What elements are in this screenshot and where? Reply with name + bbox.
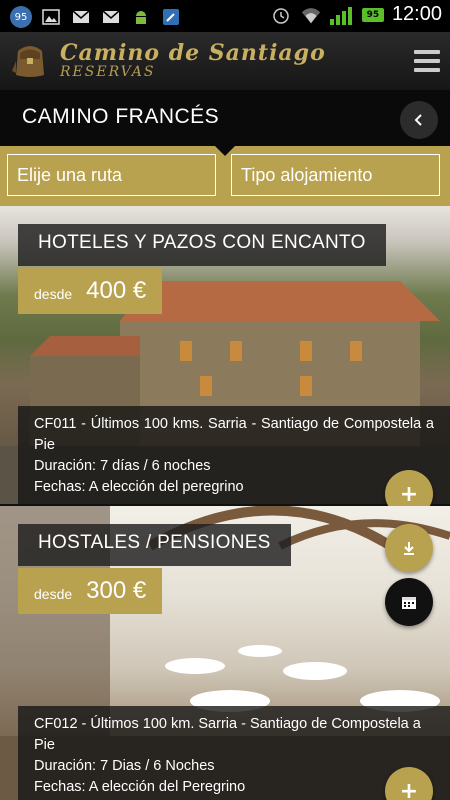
price-badge: desde 400 € [18, 268, 163, 314]
download-button[interactable] [385, 524, 433, 572]
backpack-logo-icon [10, 41, 50, 79]
status-bar-notifications: 95 [10, 6, 182, 28]
mail-icon [70, 7, 92, 27]
card-duration: Duración: 7 Dias / 6 Noches [34, 758, 215, 774]
status-bar-system: 95 12:00 [270, 3, 442, 26]
notification-badge-icon: 95 [10, 6, 32, 28]
calendar-icon [402, 597, 416, 609]
status-bar: 95 95 12:00 [0, 0, 450, 32]
card-duration: Duración: 7 días / 6 noches [34, 458, 211, 474]
tools-icon [160, 7, 182, 27]
app-logo-title: Camino de Santiago [60, 40, 326, 66]
card-description: CF012 - Últimos 100 km. Sarria - Santiag… [34, 716, 421, 753]
card-dates: Fechas: A elección del Peregrino [34, 779, 246, 795]
signal-icon [329, 5, 354, 25]
image-icon [40, 7, 62, 27]
route-select[interactable]: Elije una ruta [7, 154, 216, 196]
calendar-button[interactable] [385, 578, 433, 626]
card-title: HOSTALES / PENSIONES [18, 524, 291, 566]
back-icon [414, 114, 422, 126]
app-logo-subtitle: RESERVAS [60, 64, 156, 80]
card-dates: Fechas: A elección del peregrino [34, 479, 244, 495]
android-icon [130, 7, 152, 27]
section-pointer [215, 146, 235, 156]
price-badge: desde 300 € [18, 568, 163, 614]
alarm-icon [270, 5, 292, 25]
price-amount: 400 € [86, 277, 147, 304]
list-item[interactable]: HOTELES Y PAZOS CON ENCANTO desde 400 € … [0, 206, 450, 504]
plus-icon: + [399, 778, 419, 800]
mail-icon [100, 7, 122, 27]
back-button[interactable] [400, 101, 438, 139]
price-prefix: desde [34, 586, 73, 602]
menu-icon[interactable] [414, 50, 440, 72]
app-header: Camino de Santiago RESERVAS [0, 32, 450, 90]
price-prefix: desde [34, 286, 73, 302]
lodging-type-select[interactable]: Tipo alojamiento [231, 154, 440, 196]
card-description: CF011 - Últimos 100 kms. Sarria - Santia… [34, 416, 434, 453]
card-title: HOTELES Y PAZOS CON ENCANTO [18, 224, 386, 266]
list-item[interactable]: HOSTALES / PENSIONES desde 300 € CF012 -… [0, 506, 450, 800]
download-icon [404, 542, 414, 555]
wifi-icon [300, 5, 322, 25]
price-amount: 300 € [86, 577, 147, 604]
plus-icon: + [399, 481, 419, 507]
section-header: CAMINO FRANCÉS [0, 90, 450, 146]
battery-icon: 95 [361, 7, 384, 22]
status-clock: 12:00 [391, 3, 442, 25]
page-title: CAMINO FRANCÉS [22, 105, 220, 128]
